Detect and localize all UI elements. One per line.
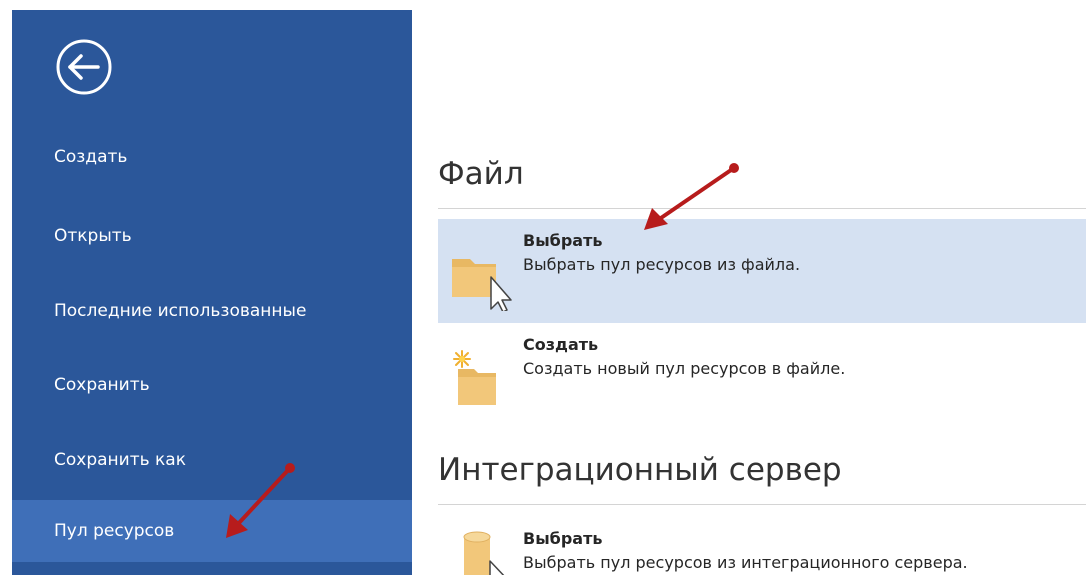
nav-open[interactable]: Открыть bbox=[12, 210, 412, 262]
option-description: Создать новый пул ресурсов в файле. bbox=[523, 359, 846, 378]
option-title: Выбрать bbox=[523, 529, 603, 548]
nav-resource-pool[interactable]: Пул ресурсов bbox=[12, 500, 412, 562]
nav-recent[interactable]: Последние использованные bbox=[12, 285, 412, 337]
database-icon bbox=[446, 529, 516, 575]
nav-item-label: Пул ресурсов bbox=[54, 521, 175, 541]
option-server-select[interactable]: Выбрать Выбрать пул ресурсов из интеграц… bbox=[438, 517, 1086, 575]
nav-item-label: Открыть bbox=[54, 226, 132, 246]
nav-item-label: Последние использованные bbox=[54, 301, 307, 321]
back-button[interactable] bbox=[54, 37, 114, 97]
nav-item-label: Сохранить как bbox=[54, 450, 186, 470]
option-description: Выбрать пул ресурсов из файла. bbox=[523, 255, 801, 274]
nav-create[interactable]: Создать bbox=[12, 131, 412, 183]
option-file-create[interactable]: Создать Создать новый пул ресурсов в фай… bbox=[438, 323, 1086, 427]
section-divider bbox=[438, 504, 1086, 505]
nav-item-label: Сохранить bbox=[54, 375, 150, 395]
option-title: Создать bbox=[523, 335, 599, 354]
new-folder-icon bbox=[446, 339, 516, 413]
nav-save-as[interactable]: Сохранить как bbox=[12, 434, 412, 486]
option-file-select[interactable]: Выбрать Выбрать пул ресурсов из файла. bbox=[438, 219, 1086, 323]
nav-item-label: Создать bbox=[54, 147, 128, 167]
backstage-sidebar: Создать Открыть Последние использованные… bbox=[12, 10, 412, 575]
folder-icon bbox=[446, 241, 516, 315]
section-title-integration-server: Интеграционный сервер bbox=[438, 452, 842, 488]
section-title-file: Файл bbox=[438, 156, 524, 192]
nav-save[interactable]: Сохранить bbox=[12, 359, 412, 411]
back-arrow-icon bbox=[56, 39, 112, 95]
section-divider bbox=[438, 208, 1086, 209]
option-description: Выбрать пул ресурсов из интеграционного … bbox=[523, 553, 968, 572]
option-title: Выбрать bbox=[523, 231, 603, 250]
